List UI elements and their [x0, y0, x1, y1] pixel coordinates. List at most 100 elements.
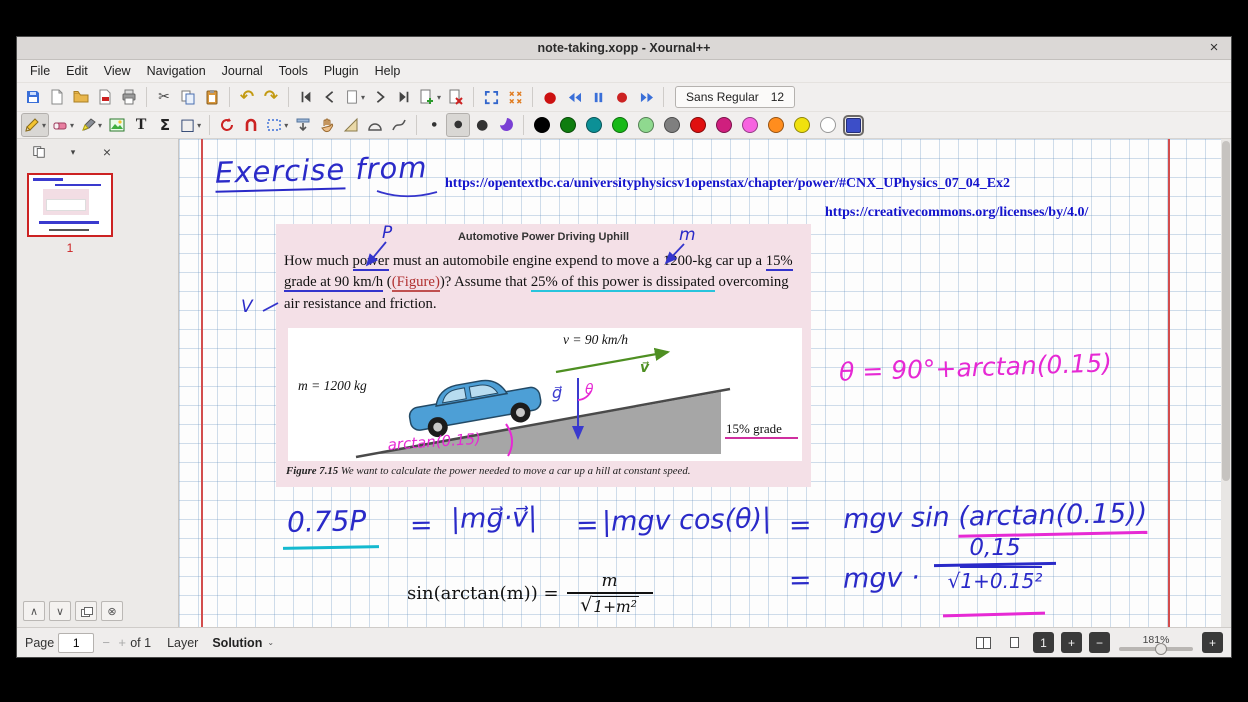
record-audio-button[interactable]: ● [538, 85, 562, 109]
color-swatch-dark-pink[interactable] [716, 117, 732, 133]
arc-tool-button[interactable] [363, 113, 387, 137]
text-tool-button[interactable]: T [129, 113, 153, 137]
pen-tool-button[interactable]: ▾ [21, 113, 49, 137]
forward-button[interactable] [634, 85, 658, 109]
ruler-tool-button[interactable] [339, 113, 363, 137]
color-swatch-gray[interactable] [664, 117, 680, 133]
menu-help[interactable]: Help [368, 62, 408, 80]
color-swatch-magenta[interactable] [742, 117, 758, 133]
color-swatch-light-green[interactable] [638, 117, 654, 133]
open-button[interactable] [69, 85, 93, 109]
new-file-button[interactable] [45, 85, 69, 109]
color-swatch-green[interactable] [612, 117, 628, 133]
vertical-scrollbar[interactable] [1221, 139, 1231, 627]
sidebar-close-button[interactable]: × [97, 142, 117, 162]
scrollbar-thumb[interactable] [1222, 141, 1230, 481]
menu-plugin[interactable]: Plugin [317, 62, 366, 80]
pause-button[interactable] [586, 85, 610, 109]
menu-edit[interactable]: Edit [59, 62, 95, 80]
image-tool-button[interactable] [105, 113, 129, 137]
annotation-p: P [382, 223, 392, 243]
spline-tool-button[interactable] [387, 113, 411, 137]
window-close-button[interactable]: × [1205, 39, 1223, 57]
tex-tool-button[interactable]: Σ [153, 113, 177, 137]
save-button[interactable] [21, 85, 45, 109]
fill-tool-button[interactable] [494, 113, 518, 137]
sidebar-dropdown-button[interactable]: ▾ [63, 142, 83, 162]
shape-recognizer-button[interactable] [239, 113, 263, 137]
menu-file[interactable]: File [23, 62, 57, 80]
copy-button[interactable] [176, 85, 200, 109]
vertical-space-icon [295, 117, 311, 133]
zoom-100-button[interactable]: 1 [1033, 632, 1054, 653]
shape-tool-button[interactable]: □▾ [177, 113, 204, 137]
page-increment-button[interactable]: + [114, 634, 130, 652]
thickness-fine-button[interactable]: ● [422, 113, 446, 137]
thickness-thick-button[interactable]: ● [470, 113, 494, 137]
paste-button[interactable] [200, 85, 224, 109]
sidebar-pages-button[interactable] [29, 142, 49, 162]
thumbnail-mark [39, 221, 99, 224]
hand-tool-button[interactable] [315, 113, 339, 137]
select-rectangle-button[interactable]: ▾ [263, 113, 291, 137]
print-button[interactable] [117, 85, 141, 109]
color-swatch-orange[interactable] [768, 117, 784, 133]
problem-title: Automotive Power Driving Uphill [276, 231, 811, 243]
window-title: note-taking.xopp - Xournal++ [538, 41, 711, 55]
color-swatch-red[interactable] [690, 117, 706, 133]
page-canvas[interactable]: Exercise from https://opentextbc.ca/univ… [179, 139, 1231, 627]
dropdown-chevron-icon: ▾ [98, 121, 102, 130]
color-swatch-dark-green[interactable] [560, 117, 576, 133]
highlighter-tool-button[interactable]: ▾ [77, 113, 105, 137]
cut-button[interactable]: ✂ [152, 85, 176, 109]
layer-dropdown[interactable]: Solution ⌄ [212, 636, 274, 650]
zoom-slider-knob[interactable] [1155, 643, 1167, 655]
delete-page-button[interactable] [444, 85, 468, 109]
color-swatch-white[interactable] [820, 117, 836, 133]
eraser-tool-button[interactable]: ▾ [49, 113, 77, 137]
license-url-link[interactable]: https://creativecommons.org/licenses/by/… [825, 205, 1088, 221]
color-swatch-blue-selected[interactable] [846, 118, 861, 133]
next-page-button[interactable] [368, 85, 392, 109]
default-tool-button[interactable] [215, 113, 239, 137]
blue-eq-term-2: |mgv cos(θ)| [602, 503, 772, 538]
thickness-medium-button[interactable]: ● [446, 113, 470, 137]
first-page-button[interactable] [294, 85, 318, 109]
single-page-view-button[interactable] [1002, 632, 1026, 654]
page-select-button[interactable]: ▾ [342, 85, 368, 109]
page-1-thumbnail[interactable] [27, 173, 113, 237]
page-down-button[interactable]: ∨ [49, 601, 71, 621]
corner-plus-button[interactable]: + [1202, 632, 1223, 653]
menu-navigation[interactable]: Navigation [140, 62, 213, 80]
figure-link[interactable]: (Figure) [392, 274, 440, 292]
source-url-link[interactable]: https://opentextbc.ca/universityphysicsv… [445, 176, 1010, 192]
page-number-input[interactable] [58, 633, 94, 653]
color-swatch-black[interactable] [534, 117, 550, 133]
fullscreen-button[interactable] [479, 85, 503, 109]
last-page-button[interactable] [392, 85, 416, 109]
page-label: Page [25, 636, 54, 650]
previous-page-button[interactable] [318, 85, 342, 109]
menu-journal[interactable]: Journal [215, 62, 270, 80]
rewind-button[interactable] [562, 85, 586, 109]
undo-button[interactable]: ↶ [235, 85, 259, 109]
presentation-button[interactable] [503, 85, 527, 109]
export-pdf-button[interactable] [93, 85, 117, 109]
redo-button[interactable]: ↷ [259, 85, 283, 109]
menu-view[interactable]: View [97, 62, 138, 80]
zoom-out-button[interactable]: − [1089, 632, 1110, 653]
dual-page-view-button[interactable] [971, 632, 995, 654]
stop-button[interactable]: ● [610, 85, 634, 109]
page-up-button[interactable]: ∧ [23, 601, 45, 621]
zoom-slider[interactable] [1119, 647, 1193, 651]
vertical-space-button[interactable] [291, 113, 315, 137]
color-swatch-yellow[interactable] [794, 117, 810, 133]
duplicate-page-button[interactable] [75, 601, 97, 621]
new-page-button[interactable]: ▾ [416, 85, 444, 109]
color-swatch-teal[interactable] [586, 117, 602, 133]
menu-tools[interactable]: Tools [272, 62, 315, 80]
zoom-in-button[interactable]: + [1061, 632, 1082, 653]
close-panel-button[interactable]: ⊗ [101, 601, 123, 621]
font-button[interactable]: Sans Regular 12 [675, 86, 795, 108]
page-decrement-button[interactable]: − [98, 634, 114, 652]
